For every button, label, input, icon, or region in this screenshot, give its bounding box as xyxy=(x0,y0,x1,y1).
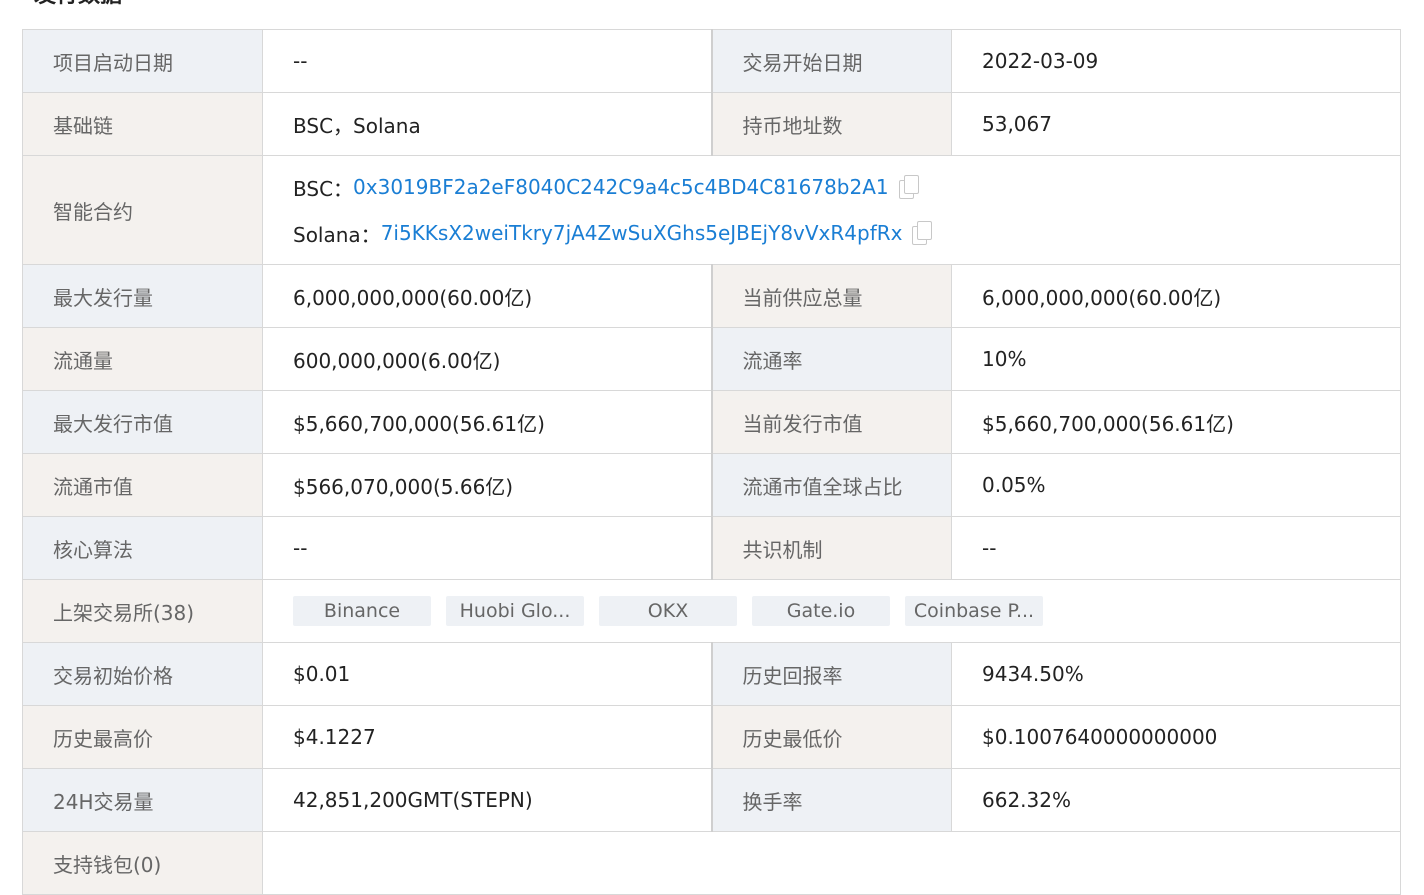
exchanges-label: 上架交易所(38) xyxy=(22,579,263,643)
consensus-label: 共识机制 xyxy=(711,516,952,580)
exchanges-value: Binance Huobi Glo... OKX Gate.io Coinbas… xyxy=(262,579,1401,643)
volume-24h-value: 42,851,200GMT(STEPN) xyxy=(262,768,713,832)
init-price-label: 交易初始价格 xyxy=(22,642,263,706)
algorithm-value: -- xyxy=(262,516,713,580)
circulating-label: 流通量 xyxy=(22,327,263,391)
table-row: 智能合约 BSC： 0x3019BF2a2eF8040C242C9a4c5c4B… xyxy=(22,155,1401,265)
global-share-value: 0.05% xyxy=(951,453,1401,517)
current-mcap-value: $5,660,700,000(56.61亿) xyxy=(951,390,1401,454)
contract-line-solana: Solana： 7i5KKsX2weiTkry7jA4ZwSuXGhs5eJBE… xyxy=(293,210,1370,256)
turnover-label: 换手率 xyxy=(711,768,952,832)
volume-24h-label: 24H交易量 xyxy=(22,768,263,832)
wallets-value xyxy=(262,831,1401,895)
contract-chain-solana: Solana： xyxy=(293,222,381,247)
table-row: 历史最高价 $4.1227 历史最低价 $0.1007640000000000 xyxy=(22,705,1401,769)
current-supply-value: 6,000,000,000(60.00亿) xyxy=(951,264,1401,328)
circ-rate-label: 流通率 xyxy=(711,327,952,391)
exchange-tag-coinbase[interactable]: Coinbase P... xyxy=(905,596,1043,626)
max-supply-value: 6,000,000,000(60.00亿) xyxy=(262,264,713,328)
holders-value: 53,067 xyxy=(951,92,1401,156)
table-row: 最大发行量 6,000,000,000(60.00亿) 当前供应总量 6,000… xyxy=(22,264,1401,328)
current-mcap-label: 当前发行市值 xyxy=(711,390,952,454)
table-row: 项目启动日期 -- 交易开始日期 2022-03-09 xyxy=(22,29,1401,93)
exchange-tag-okx[interactable]: OKX xyxy=(599,596,737,626)
ath-value: $4.1227 xyxy=(262,705,713,769)
trade-start-label: 交易开始日期 xyxy=(711,29,952,93)
holders-label: 持币地址数 xyxy=(711,92,952,156)
launch-date-value: -- xyxy=(262,29,713,93)
table-row: 交易初始价格 $0.01 历史回报率 9434.50% xyxy=(22,642,1401,706)
roi-value: 9434.50% xyxy=(951,642,1401,706)
section-title: 发行数据 xyxy=(22,0,122,10)
exchange-tag-list: Binance Huobi Glo... OKX Gate.io Coinbas… xyxy=(293,596,1370,626)
table-row: 流通市值 $566,070,000(5.66亿) 流通市值全球占比 0.05% xyxy=(22,453,1401,517)
trade-start-value: 2022-03-09 xyxy=(951,29,1401,93)
contract-address-solana[interactable]: 7i5KKsX2weiTkry7jA4ZwSuXGhs5eJBEjY8vVxR4… xyxy=(381,221,903,245)
exchange-tag-huobi[interactable]: Huobi Glo... xyxy=(446,596,584,626)
exchange-tag-gateio[interactable]: Gate.io xyxy=(752,596,890,626)
table-row: 基础链 BSC，Solana 持币地址数 53,067 xyxy=(22,92,1401,156)
atl-label: 历史最低价 xyxy=(711,705,952,769)
global-share-label: 流通市值全球占比 xyxy=(711,453,952,517)
circ-mcap-value: $566,070,000(5.66亿) xyxy=(262,453,713,517)
contract-label: 智能合约 xyxy=(22,155,263,265)
base-chain-value: BSC，Solana xyxy=(262,92,713,156)
table-row: 24H交易量 42,851,200GMT(STEPN) 换手率 662.32% xyxy=(22,768,1401,832)
circulating-value: 600,000,000(6.00亿) xyxy=(262,327,713,391)
table-row: 流通量 600,000,000(6.00亿) 流通率 10% xyxy=(22,327,1401,391)
algorithm-label: 核心算法 xyxy=(22,516,263,580)
max-mcap-value: $5,660,700,000(56.61亿) xyxy=(262,390,713,454)
copy-icon[interactable] xyxy=(910,221,933,245)
max-supply-label: 最大发行量 xyxy=(22,264,263,328)
table-row: 最大发行市值 $5,660,700,000(56.61亿) 当前发行市值 $5,… xyxy=(22,390,1401,454)
turnover-value: 662.32% xyxy=(951,768,1401,832)
circ-rate-value: 10% xyxy=(951,327,1401,391)
atl-value: $0.1007640000000000 xyxy=(951,705,1401,769)
init-price-value: $0.01 xyxy=(262,642,713,706)
max-mcap-label: 最大发行市值 xyxy=(22,390,263,454)
table-row: 上架交易所(38) Binance Huobi Glo... OKX Gate.… xyxy=(22,579,1401,643)
consensus-value: -- xyxy=(951,516,1401,580)
roi-label: 历史回报率 xyxy=(711,642,952,706)
section-title-text: 发行数据 xyxy=(34,0,122,10)
table-row: 支持钱包(0) xyxy=(22,831,1401,895)
contract-address-bsc[interactable]: 0x3019BF2a2eF8040C242C9a4c5c4BD4C81678b2… xyxy=(353,175,889,199)
contract-chain-bsc: BSC： xyxy=(293,176,354,201)
table-row: 核心算法 -- 共识机制 -- xyxy=(22,516,1401,580)
ath-label: 历史最高价 xyxy=(22,705,263,769)
contract-value: BSC： 0x3019BF2a2eF8040C242C9a4c5c4BD4C81… xyxy=(262,155,1401,265)
launch-date-label: 项目启动日期 xyxy=(22,29,263,93)
current-supply-label: 当前供应总量 xyxy=(711,264,952,328)
wallets-label: 支持钱包(0) xyxy=(22,831,263,895)
base-chain-label: 基础链 xyxy=(22,92,263,156)
exchange-tag-binance[interactable]: Binance xyxy=(293,596,431,626)
contract-line-bsc: BSC： 0x3019BF2a2eF8040C242C9a4c5c4BD4C81… xyxy=(293,164,1370,210)
circ-mcap-label: 流通市值 xyxy=(22,453,263,517)
issuance-data-table: 项目启动日期 -- 交易开始日期 2022-03-09 基础链 BSC，Sola… xyxy=(22,29,1401,895)
copy-icon[interactable] xyxy=(897,175,919,199)
